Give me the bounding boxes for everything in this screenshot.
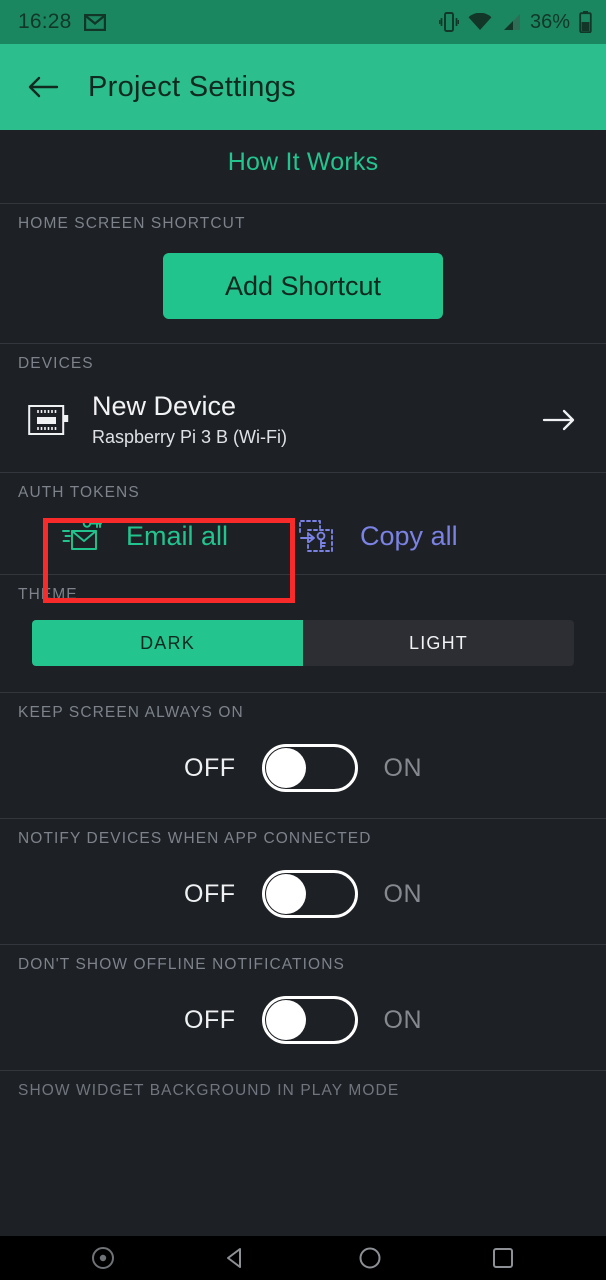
- email-all-label: Email all: [126, 520, 229, 551]
- theme-segmented-control: DARK LIGHT: [18, 604, 588, 692]
- section-notify-devices-when-app-connected: NOTIFY DEVICES WHEN APP CONNECTED OFF ON: [0, 818, 606, 944]
- phone-screen: 16:28 36% Project Settings How It Works …: [0, 0, 606, 1280]
- toggle-row-keep-screen-always-on: OFF ON: [18, 722, 588, 818]
- arrow-right-icon[interactable]: [542, 407, 576, 433]
- section-devices: DEVICES New Device Raspberry Pi 3 B (Wi-…: [0, 343, 606, 472]
- toggle-off-label: OFF: [184, 1005, 236, 1034]
- switch-knob: [265, 874, 306, 915]
- toggle-on-label: ON: [383, 753, 422, 782]
- switch-knob: [265, 748, 306, 789]
- wifi-icon: [468, 13, 492, 31]
- section-label-notify-devices: NOTIFY DEVICES WHEN APP CONNECTED: [18, 830, 372, 848]
- toggle-row-dont-show-offline: OFF ON: [18, 974, 588, 1070]
- battery-percent-label: 36%: [529, 10, 570, 33]
- auth-tokens-row: Email all Copy all: [18, 502, 588, 574]
- section-label-show-widget-background: SHOW WIDGET BACKGROUND IN PLAY MODE: [18, 1082, 400, 1100]
- section-keep-screen-always-on: KEEP SCREEN ALWAYS ON OFF ON: [0, 692, 606, 818]
- notify-devices-switch[interactable]: [261, 870, 358, 919]
- toggle-row-notify-devices: OFF ON: [18, 848, 588, 944]
- section-auth-tokens: AUTH TOKENS Email all Copy all: [0, 472, 606, 574]
- toggle-on-label: ON: [383, 1005, 422, 1034]
- email-all-button[interactable]: Email all: [62, 516, 228, 556]
- copy-all-label: Copy all: [360, 520, 458, 551]
- section-dont-show-offline-notifications: DON'T SHOW OFFLINE NOTIFICATIONS OFF ON: [0, 944, 606, 1070]
- vibrate-icon: [438, 11, 459, 33]
- status-bar-left: 16:28: [18, 10, 106, 34]
- section-label-auth-tokens: AUTH TOKENS: [18, 484, 140, 502]
- status-bar: 16:28 36%: [0, 0, 606, 44]
- theme-option-dark[interactable]: DARK: [32, 620, 303, 667]
- email-key-icon: [62, 516, 108, 556]
- back-triangle-icon[interactable]: [219, 1241, 253, 1275]
- microcontroller-board-icon: [28, 403, 70, 437]
- add-shortcut-row: Add Shortcut: [18, 233, 588, 343]
- add-shortcut-button[interactable]: Add Shortcut: [163, 253, 443, 319]
- battery-icon: [579, 11, 592, 33]
- back-arrow-icon[interactable]: [26, 70, 60, 104]
- section-label-home-screen-shortcut: HOME SCREEN SHORTCUT: [18, 215, 246, 232]
- how-it-works-link[interactable]: How It Works: [0, 130, 606, 203]
- device-info: New Device Raspberry Pi 3 B (Wi-Fi): [92, 391, 520, 448]
- section-show-widget-background: SHOW WIDGET BACKGROUND IN PLAY MODE: [0, 1070, 606, 1100]
- page-title: Project Settings: [88, 70, 296, 103]
- copy-all-button[interactable]: Copy all: [296, 516, 458, 556]
- cellular-signal-icon: [501, 13, 521, 31]
- section-label-theme: THEME: [18, 586, 78, 604]
- toggle-on-label: ON: [383, 879, 422, 908]
- section-label-devices: DEVICES: [18, 355, 94, 372]
- gmail-icon: [83, 13, 106, 31]
- android-nav-bar: [0, 1236, 606, 1280]
- toggle-off-label: OFF: [184, 879, 236, 908]
- dont-show-offline-switch[interactable]: [261, 996, 358, 1045]
- section-home-screen-shortcut: HOME SCREEN SHORTCUT Add Shortcut: [0, 203, 606, 343]
- device-subtitle: Raspberry Pi 3 B (Wi-Fi): [92, 427, 288, 448]
- screen-record-icon[interactable]: [86, 1241, 120, 1275]
- switch-knob: [265, 1000, 306, 1041]
- settings-content: How It Works HOME SCREEN SHORTCUT Add Sh…: [0, 130, 606, 1236]
- section-label-dont-show-offline: DON'T SHOW OFFLINE NOTIFICATIONS: [18, 956, 345, 974]
- toggle-off-label: OFF: [184, 753, 236, 782]
- status-bar-clock: 16:28: [18, 10, 72, 33]
- theme-option-light[interactable]: LIGHT: [303, 620, 574, 667]
- status-bar-right: 36%: [438, 10, 592, 34]
- app-bar: Project Settings: [0, 44, 606, 130]
- device-name: New Device: [92, 391, 237, 421]
- copy-key-icon: [296, 516, 342, 556]
- recents-square-icon[interactable]: [486, 1241, 520, 1275]
- section-theme: THEME DARK LIGHT: [0, 574, 606, 692]
- section-label-keep-screen-always-on: KEEP SCREEN ALWAYS ON: [18, 704, 244, 722]
- home-circle-icon[interactable]: [353, 1241, 387, 1275]
- keep-screen-always-on-switch[interactable]: [261, 744, 358, 793]
- device-list-item[interactable]: New Device Raspberry Pi 3 B (Wi-Fi): [18, 373, 588, 472]
